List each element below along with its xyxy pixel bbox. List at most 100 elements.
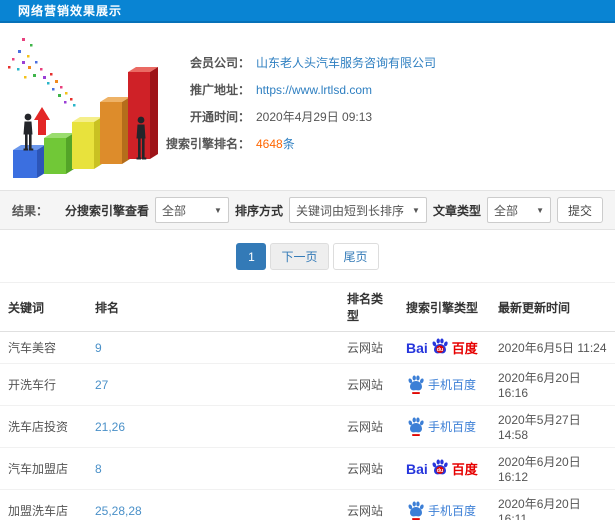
rank-cell: 27 [87, 363, 339, 406]
baidu-paw-icon: du [432, 338, 448, 354]
rank-type-cell: 云网站 [339, 489, 398, 520]
bar-chart-illustration [8, 38, 158, 178]
rank-type-cell: 云网站 [339, 331, 398, 364]
sort-label: 排序方式 [234, 203, 283, 218]
header-engine-type: 搜索引擎类型 [398, 282, 490, 332]
rank-count-unit: 条 [282, 137, 295, 151]
table-header-row: 关键词 排名 排名类型 搜索引擎类型 最新更新时间 [0, 282, 615, 332]
next-page-button[interactable]: 下一页 [270, 243, 329, 270]
open-time-value: 2020年4月29日 09:13 [256, 110, 373, 124]
info-row-url: 推广地址： https://www.lrtlsd.com [166, 76, 436, 103]
engine-type-cell: 手机百度 [398, 363, 490, 406]
company-label: 会员公司： [189, 56, 250, 70]
rank-type-cell: 云网站 [339, 405, 398, 448]
baidu-logo: Bai du 百度 [406, 458, 482, 479]
engine-filter-value: 全部 [161, 203, 186, 218]
table-row: 汽车加盟店 8 云网站 Bai du 百度 2020年6月20日 16:12 [0, 447, 615, 490]
table-body: 汽车美容 9 云网站 Bai du 百度 2020年6月5日 11:24 开洗车行 27 云网站手… [0, 331, 615, 520]
mobile-baidu-logo: 手机百度 [406, 374, 482, 395]
rank-value-link[interactable]: 9 [95, 341, 102, 355]
updated-time-cell: 2020年6月20日 16:11 [490, 489, 615, 520]
filter-controls: 分搜索引擎查看 全部 ▼ 排序方式 关键词由短到长排序 ▼ 文章类型 全部 ▼ … [65, 197, 603, 223]
baidu-paw-icon [408, 501, 424, 520]
baidu-wordmark-cn: 百度 [451, 462, 478, 477]
result-label: 结果： [12, 203, 49, 218]
keyword-cell: 汽车美容 [0, 331, 87, 364]
mobile-baidu-label: 手机百度 [428, 504, 477, 518]
rank-count-label: 搜索引擎排名： [166, 137, 251, 151]
updated-time-cell: 2020年6月5日 11:24 [490, 331, 615, 364]
sort-select[interactable]: 关键词由短到长排序 ▼ [288, 197, 427, 223]
filter-bar: 结果： 分搜索引擎查看 全部 ▼ 排序方式 关键词由短到长排序 ▼ 文章类型 全… [0, 190, 615, 230]
confetti-dots [8, 38, 76, 107]
info-row-company: 会员公司： 山东老人头汽车服务咨询有限公司 [166, 49, 436, 76]
bar-yellow [72, 117, 102, 169]
table-row: 洗车店投资 21,26 云网站 手机百度 2020年5月27日 14:58 [0, 405, 615, 448]
last-page-button[interactable]: 尾页 [332, 243, 379, 270]
engine-type-cell: 手机百度 [398, 489, 490, 520]
submit-button[interactable]: 提交 [556, 197, 603, 223]
page-title: 网络营销效果展示 [18, 4, 123, 18]
baidu-wordmark-bai: Bai [406, 460, 428, 477]
chevron-down-icon: ▼ [536, 205, 544, 215]
article-type-label: 文章类型 [432, 203, 481, 218]
info-row-rank-count: 搜索引擎排名： 4648条 [166, 130, 436, 157]
businessman-left [23, 113, 34, 151]
rank-type-cell: 云网站 [339, 447, 398, 490]
baidu-paw-icon: du [432, 459, 448, 475]
bar-orange [100, 97, 130, 164]
rank-cell: 9 [87, 331, 339, 364]
svg-text:du: du [437, 347, 443, 353]
promo-url-link[interactable]: https://www.lrtlsd.com [256, 83, 372, 97]
rank-value-link[interactable]: 8 [95, 462, 102, 476]
rank-cell: 8 [87, 447, 339, 490]
updated-time-cell: 2020年5月27日 14:58 [490, 405, 615, 448]
page-1-button[interactable]: 1 [236, 243, 267, 270]
rank-cell: 21,26 [87, 405, 339, 448]
header-rank-type: 排名类型 [339, 282, 398, 332]
rank-value-link[interactable]: 27 [95, 378, 108, 392]
baidu-wordmark-cn: 百度 [451, 341, 478, 356]
engine-type-cell: 手机百度 [398, 405, 490, 448]
updated-time-cell: 2020年6月20日 16:12 [490, 447, 615, 490]
engine-filter-select[interactable]: 全部 ▼ [154, 197, 229, 223]
engine-type-cell: Bai du 百度 [398, 447, 490, 490]
rank-type-cell: 云网站 [339, 363, 398, 406]
chevron-down-icon: ▼ [412, 205, 420, 215]
up-arrow-icon [34, 107, 50, 135]
page: 网络营销效果展示 会员公司： 山东老人头汽车服务咨询有限公司 推广地址： htt… [0, 0, 615, 520]
rank-value-link[interactable]: 21,26 [95, 420, 125, 434]
mobile-baidu-logo: 手机百度 [406, 500, 482, 520]
rank-count-number: 4648 [256, 137, 283, 151]
pagination: 1 下一页 尾页 [0, 243, 615, 270]
sort-value: 关键词由短到长排序 [295, 203, 404, 218]
header-keyword: 关键词 [0, 282, 87, 332]
company-info-section: 会员公司： 山东老人头汽车服务咨询有限公司 推广地址： https://www.… [0, 23, 615, 190]
mobile-baidu-label: 手机百度 [428, 420, 477, 434]
keyword-cell: 汽车加盟店 [0, 447, 87, 490]
baidu-logo: Bai du 百度 [406, 337, 482, 358]
info-row-open-time: 开通时间： 2020年4月29日 09:13 [166, 103, 436, 130]
promo-url-label: 推广地址： [189, 83, 250, 97]
updated-time-cell: 2020年6月20日 16:16 [490, 363, 615, 406]
rank-count-value: 4648条 [256, 135, 295, 152]
company-info-rows: 会员公司： 山东老人头汽车服务咨询有限公司 推广地址： https://www.… [166, 49, 436, 157]
mobile-baidu-logo: 手机百度 [406, 416, 482, 437]
table-row: 加盟洗车店 25,28,28 云网站 手机百度 2020年6月20日 16:11 [0, 489, 615, 520]
baidu-paw-icon [408, 375, 424, 394]
engine-type-cell: Bai du 百度 [398, 331, 490, 364]
header-rank: 排名 [87, 282, 339, 332]
company-name-link[interactable]: 山东老人头汽车服务咨询有限公司 [256, 54, 436, 71]
chevron-down-icon: ▼ [214, 205, 222, 215]
rank-value-link[interactable]: 25,28,28 [95, 504, 142, 518]
mobile-baidu-label: 手机百度 [428, 378, 477, 392]
header-updated: 最新更新时间 [490, 282, 615, 332]
open-time-label: 开通时间： [189, 110, 250, 124]
keyword-cell: 开洗车行 [0, 363, 87, 406]
rank-cell: 25,28,28 [87, 489, 339, 520]
top-header-bar: 网络营销效果展示 [0, 0, 615, 23]
table-row: 汽车美容 9 云网站 Bai du 百度 2020年6月5日 11:24 [0, 331, 615, 364]
engine-filter-label: 分搜索引擎查看 [64, 203, 149, 218]
article-type-select[interactable]: 全部 ▼ [486, 197, 551, 223]
keyword-cell: 洗车店投资 [0, 405, 87, 448]
